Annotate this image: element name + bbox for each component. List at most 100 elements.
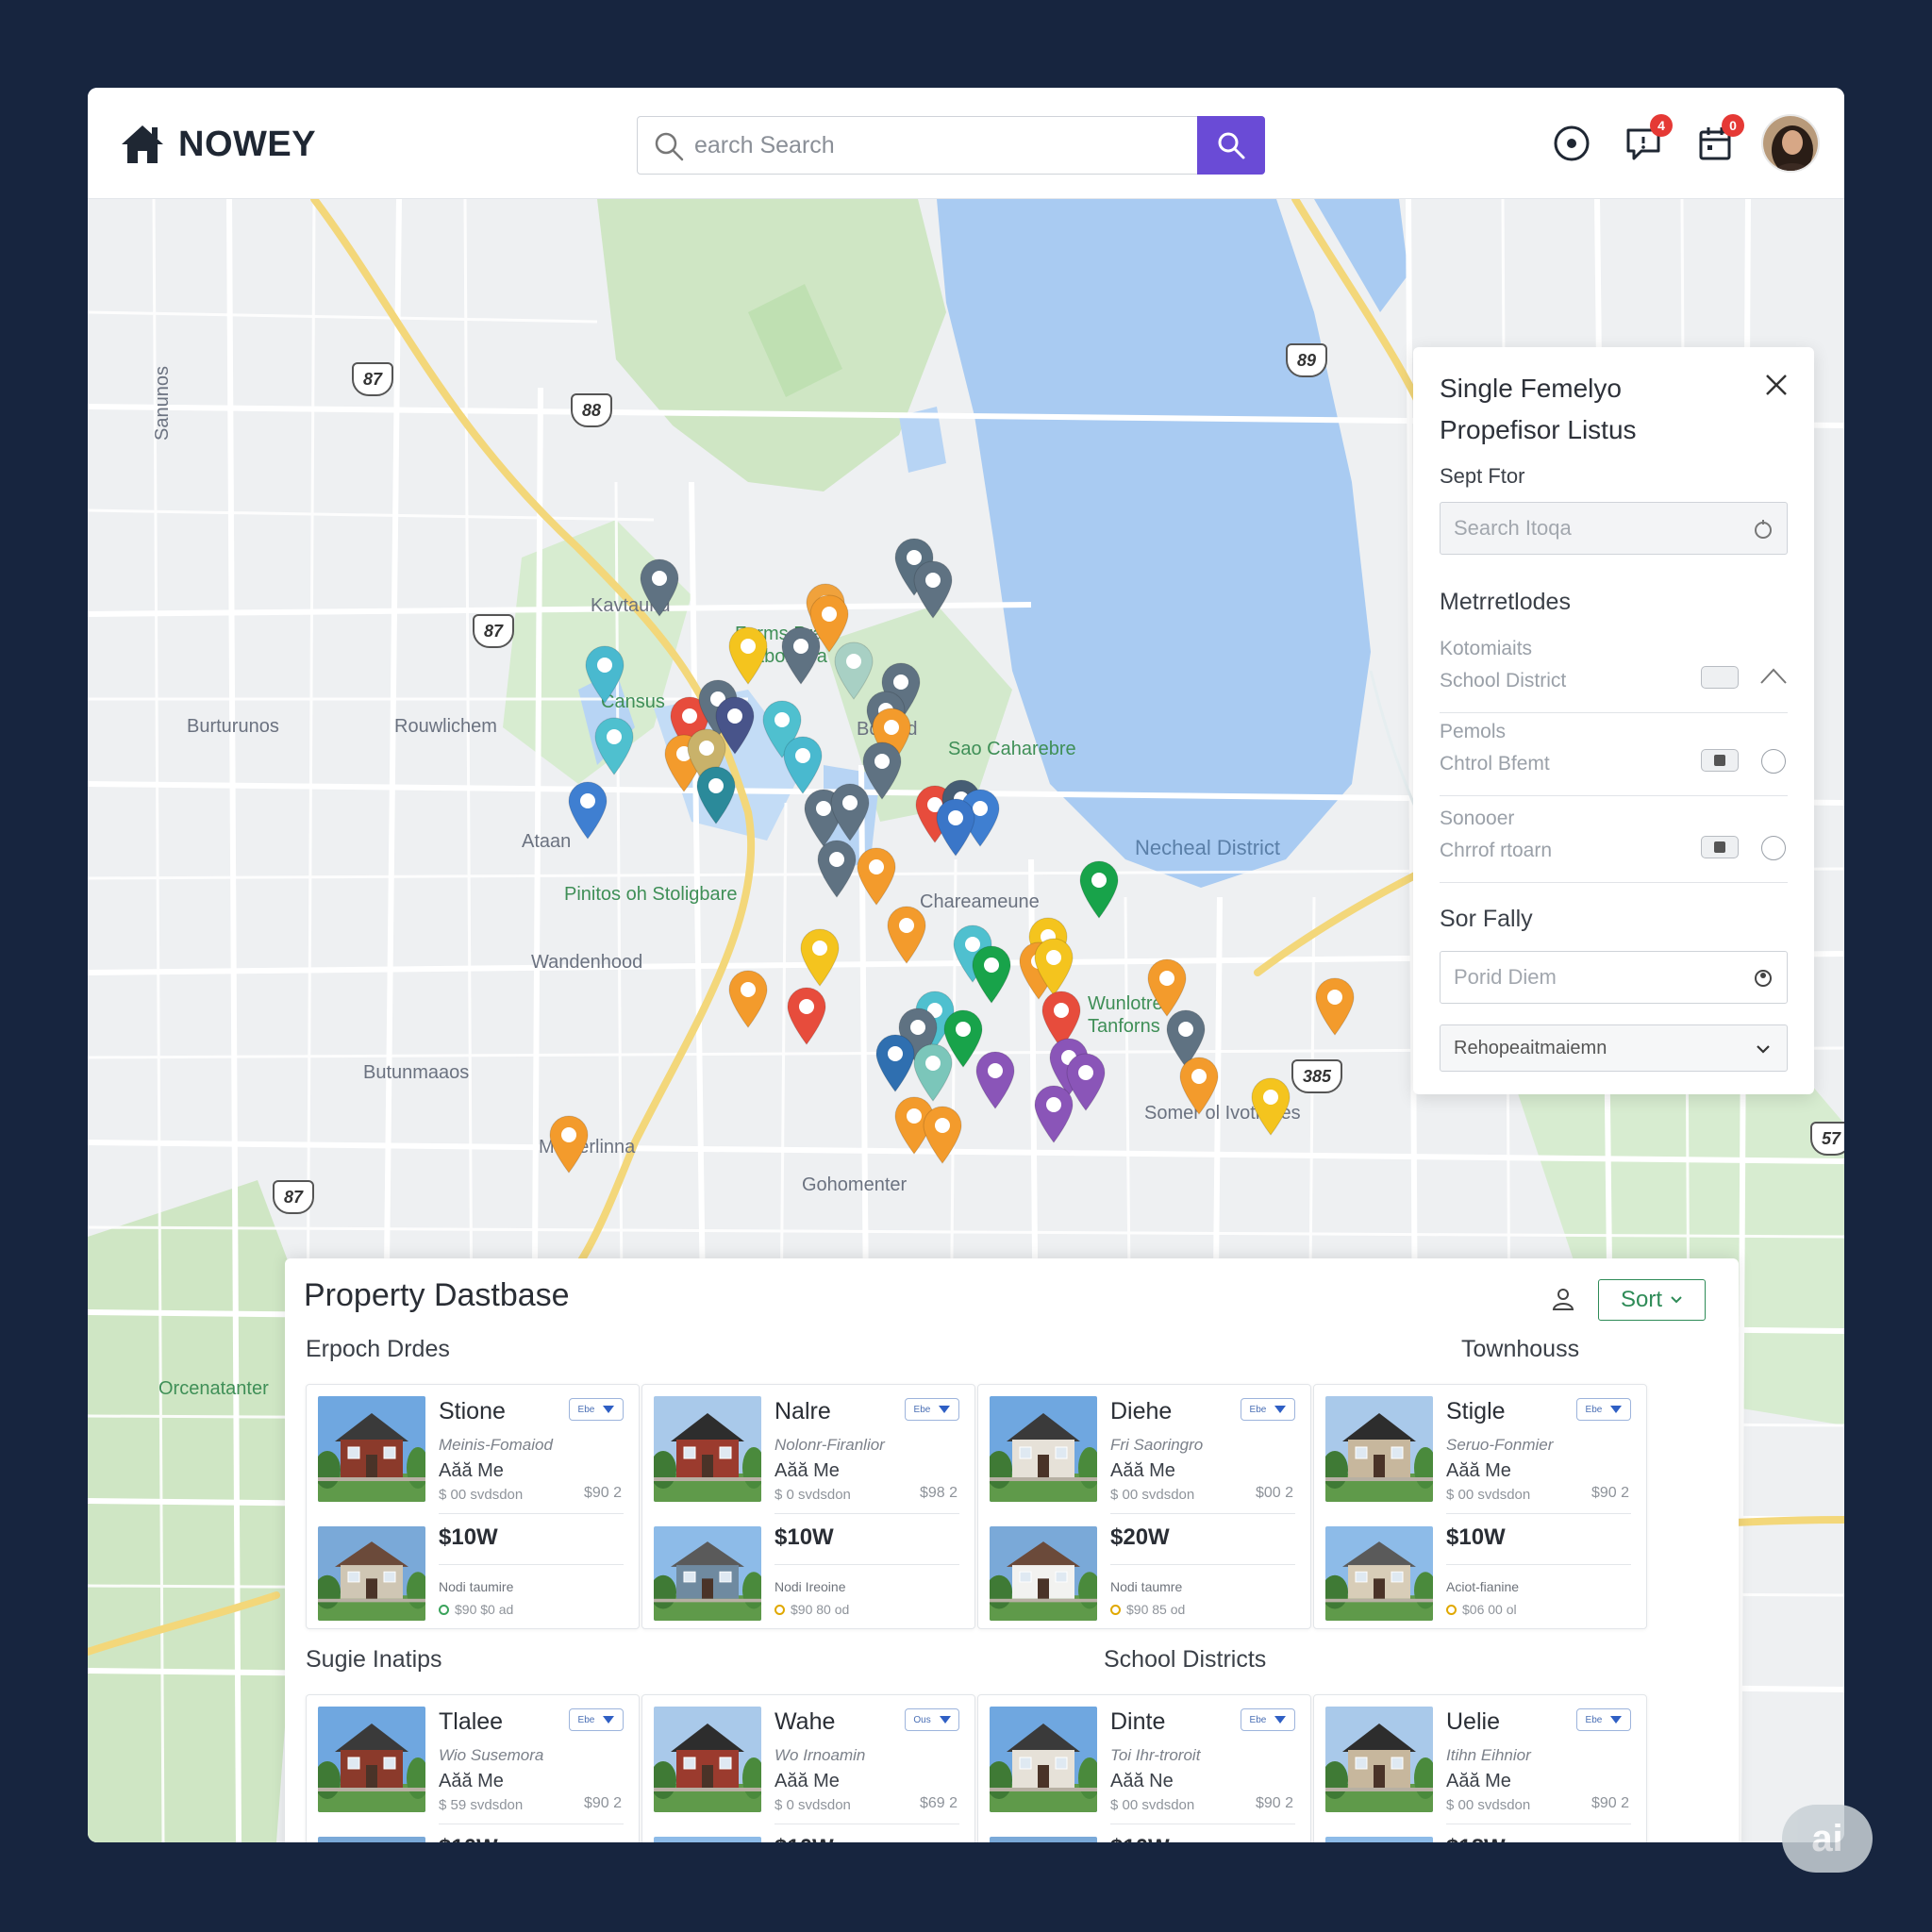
map-pin-icon[interactable] xyxy=(583,644,626,705)
property-address: Aăă Me xyxy=(439,1771,504,1791)
property-photo[interactable] xyxy=(990,1396,1097,1502)
user-icon[interactable] xyxy=(1549,1285,1577,1313)
map-pin-icon[interactable] xyxy=(785,986,828,1046)
property-card[interactable]: Uelie Ebe Itihn Eihnior Aăă Me $ 00 svdsdon $… xyxy=(1313,1694,1647,1842)
map-pin-icon[interactable] xyxy=(885,905,928,965)
property-photo[interactable] xyxy=(1325,1526,1433,1621)
avatar-image xyxy=(1763,116,1818,171)
map-pin-icon[interactable] xyxy=(1077,859,1121,920)
divider xyxy=(439,1513,624,1514)
filter-toggle[interactable] xyxy=(1701,666,1739,689)
property-photo[interactable] xyxy=(654,1526,761,1621)
property-card[interactable]: Stigle Ebe Seruo-Fonmier Aăă Me $ 00 svdsdon… xyxy=(1313,1384,1647,1629)
property-tag[interactable]: Ebe xyxy=(1241,1708,1295,1731)
target-button[interactable] xyxy=(1548,120,1595,167)
map-pin-icon[interactable] xyxy=(1249,1076,1292,1137)
property-tag[interactable]: Ebe xyxy=(569,1708,624,1731)
map-pin-icon[interactable] xyxy=(934,797,977,858)
property-photo[interactable] xyxy=(654,1396,761,1502)
sort-select[interactable]: Rehopeaitmaiemn xyxy=(1440,1024,1788,1072)
property-card[interactable]: Diehe Ebe Fri Saoringro Aăă Me $ 00 svdsdon $… xyxy=(977,1384,1311,1629)
map-pin-icon[interactable] xyxy=(1313,976,1357,1037)
property-tag[interactable]: Ebe xyxy=(569,1398,624,1421)
property-photo[interactable] xyxy=(990,1707,1097,1812)
property-photo[interactable] xyxy=(1325,1707,1433,1812)
property-price: $18W xyxy=(1446,1835,1506,1842)
property-photo[interactable] xyxy=(318,1396,425,1502)
status-text: $06 00 ol xyxy=(1462,1602,1517,1617)
map-pin-icon[interactable] xyxy=(566,780,609,841)
filter-radio[interactable] xyxy=(1761,836,1786,860)
map-view[interactable]: Sanunos Burturunos Rouwlichem Kavtaund F… xyxy=(88,199,1844,1842)
filter-toggle[interactable] xyxy=(1701,749,1739,772)
map-pin-icon[interactable] xyxy=(974,1050,1017,1110)
filter-search-input[interactable] xyxy=(1454,514,1737,542)
property-photo[interactable] xyxy=(654,1707,761,1812)
map-pin-icon[interactable] xyxy=(1032,937,1075,997)
property-card[interactable]: Wahe Ous Wo Irnoamin Aăă Me $ 0 svdsdon $69 2… xyxy=(641,1694,975,1842)
map-pin-icon[interactable] xyxy=(815,839,858,899)
property-card[interactable]: Stione Ebe Meinis-Fomaiod Aăă Me $ 00 svdsdo… xyxy=(306,1384,640,1629)
logo[interactable]: NOWEY xyxy=(118,118,316,171)
map-pin-icon[interactable] xyxy=(781,735,824,795)
map-pin-icon[interactable] xyxy=(1177,1056,1221,1116)
status-text: $90 $0 ad xyxy=(455,1602,514,1617)
chevron-up-icon[interactable] xyxy=(1759,664,1788,687)
map-pin-icon[interactable] xyxy=(828,782,872,842)
map-pin-icon[interactable] xyxy=(779,625,823,686)
map-pin-icon[interactable] xyxy=(592,716,636,776)
map-pin-icon[interactable] xyxy=(798,927,841,988)
property-tag[interactable]: Ous xyxy=(905,1708,959,1731)
property-photo[interactable] xyxy=(318,1526,425,1621)
property-photo[interactable] xyxy=(318,1707,425,1812)
property-photo[interactable] xyxy=(1325,1396,1433,1502)
property-address: Aăă Ne xyxy=(1110,1771,1174,1791)
map-pin-icon[interactable] xyxy=(921,1105,964,1165)
map-pin-icon[interactable] xyxy=(694,765,738,825)
sort-button[interactable]: Sort xyxy=(1598,1279,1706,1321)
map-pin-icon[interactable] xyxy=(726,969,770,1029)
caret-down-icon xyxy=(939,1406,951,1413)
assistant-button[interactable]: ai xyxy=(1782,1805,1873,1873)
filter-toggle[interactable] xyxy=(1701,836,1739,858)
sort-input[interactable] xyxy=(1454,963,1737,991)
property-photo[interactable] xyxy=(654,1837,761,1842)
map-pin-icon[interactable] xyxy=(970,944,1013,1005)
map-pin-icon[interactable] xyxy=(855,846,898,907)
filter-radio[interactable] xyxy=(1761,749,1786,774)
map-pin-icon[interactable] xyxy=(547,1114,591,1174)
property-name: Dinte xyxy=(1110,1708,1166,1735)
property-photo[interactable] xyxy=(1325,1837,1433,1842)
property-tag[interactable]: Ebe xyxy=(1576,1398,1631,1421)
property-status: $90 80 od xyxy=(774,1602,849,1617)
property-photo[interactable] xyxy=(990,1837,1097,1842)
property-tag[interactable]: Ebe xyxy=(905,1398,959,1421)
property-card[interactable]: Tlalee Ebe Wio Susemora Aăă Me $ 59 svdsdon $… xyxy=(306,1694,640,1842)
property-meta: $ 00 svdsdon xyxy=(1110,1797,1195,1813)
map-label: Butunmaaos xyxy=(363,1062,470,1083)
calendar-button[interactable]: 0 xyxy=(1691,114,1744,167)
property-tag[interactable]: Ebe xyxy=(1241,1398,1295,1421)
tag-label: Ebe xyxy=(577,1714,595,1725)
map-pin-icon[interactable] xyxy=(911,1042,955,1103)
property-address: Aăă Me xyxy=(774,1460,840,1481)
property-address: Aăă Me xyxy=(1110,1460,1175,1481)
property-photo[interactable] xyxy=(318,1837,425,1842)
map-pin-icon[interactable] xyxy=(726,625,770,686)
filter-search-field xyxy=(1440,502,1788,555)
location-icon[interactable] xyxy=(1751,966,1775,991)
chat-button[interactable]: 4 xyxy=(1620,114,1673,167)
avatar[interactable] xyxy=(1761,114,1820,173)
property-tag[interactable]: Ebe xyxy=(1576,1708,1631,1731)
refresh-icon[interactable] xyxy=(1751,517,1775,541)
property-photo[interactable] xyxy=(990,1526,1097,1621)
map-pin-icon[interactable] xyxy=(638,558,681,618)
map-pin-icon[interactable] xyxy=(1032,1084,1075,1144)
property-card[interactable]: Nalre Ebe Nolonr-Firanlior Aăă Me $ 0 svdsdo… xyxy=(641,1384,975,1629)
status-dot-icon xyxy=(1446,1604,1457,1615)
search-input[interactable] xyxy=(694,126,1119,164)
property-card[interactable]: Dinte Ebe Toi Ihr-troroit Aăă Ne $ 00 svdsdo… xyxy=(977,1694,1311,1842)
map-pin-icon[interactable] xyxy=(911,559,955,620)
close-icon[interactable] xyxy=(1761,370,1791,400)
search-button[interactable] xyxy=(1197,116,1265,175)
